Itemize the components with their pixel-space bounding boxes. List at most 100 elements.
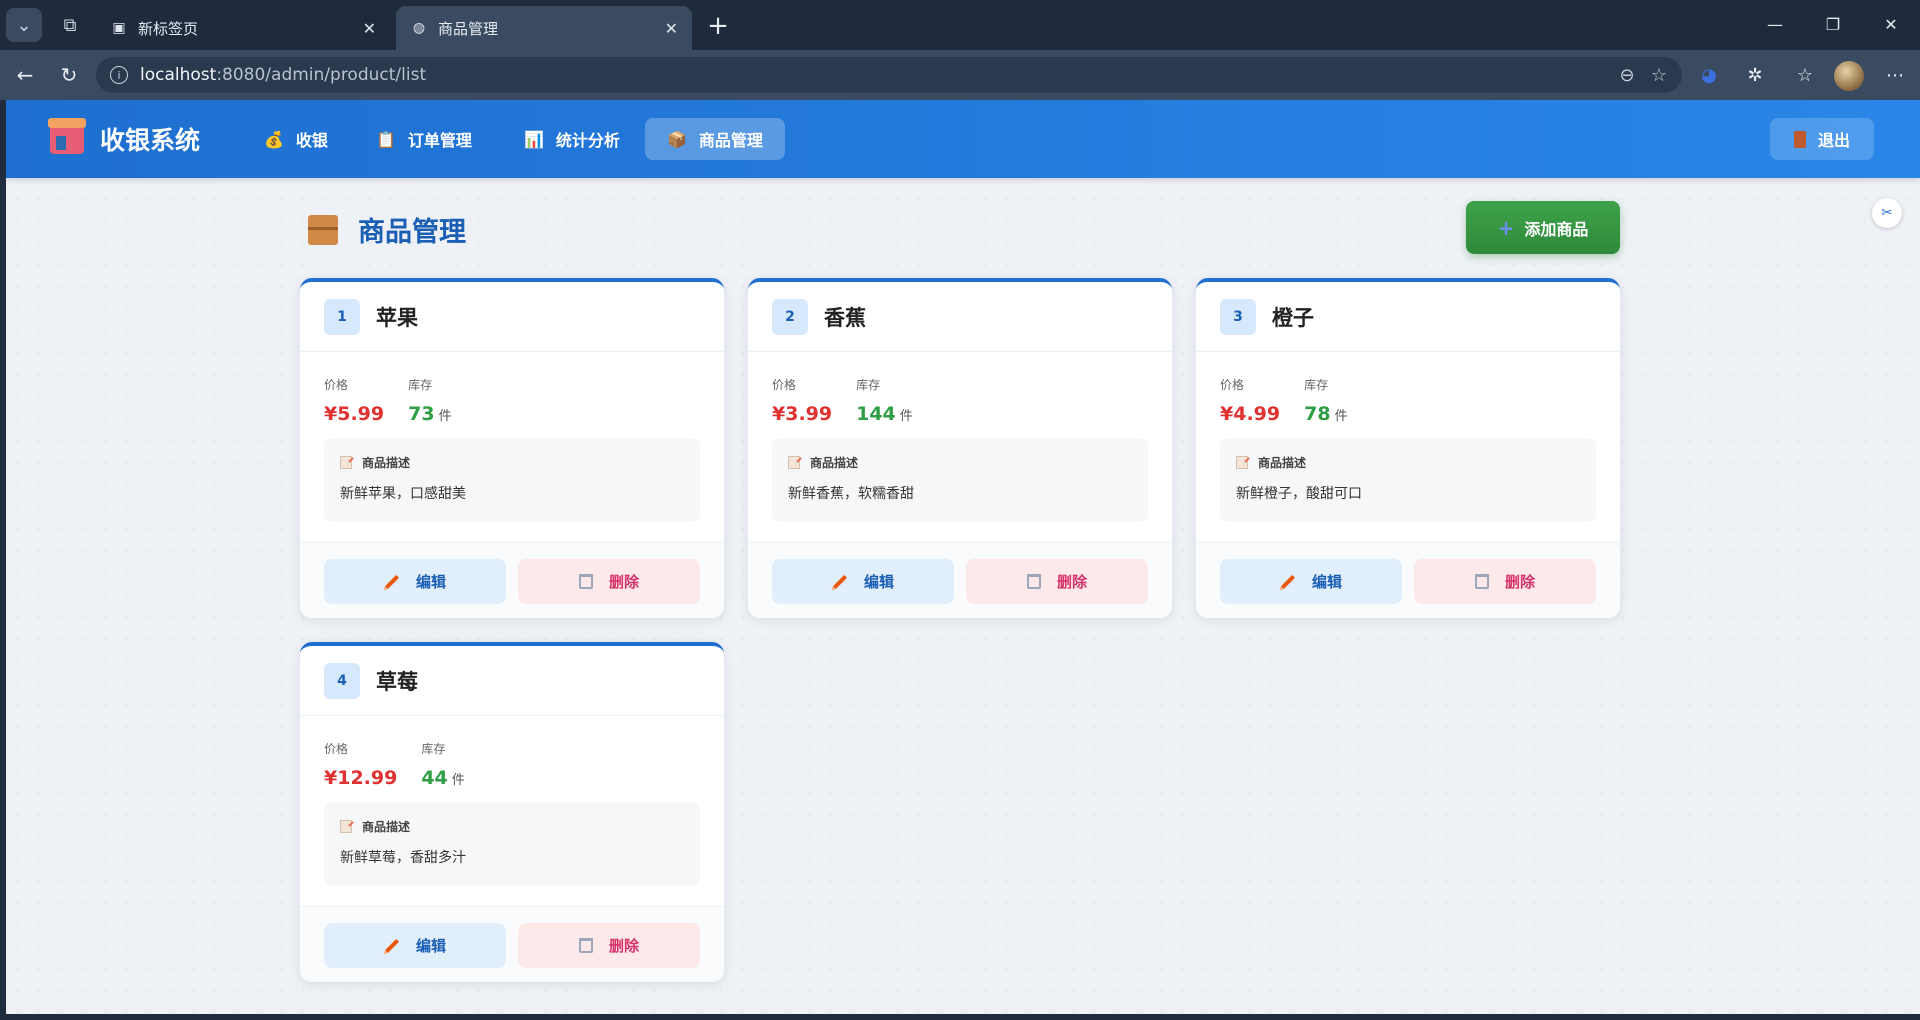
favorites-icon[interactable]: ☆: [1788, 58, 1822, 92]
description-text: 新鲜橙子，酸甜可口: [1236, 486, 1362, 502]
clipboard-icon: 📋: [376, 129, 396, 149]
delete-button[interactable]: 删除: [966, 559, 1148, 604]
stock-label: 库存: [856, 378, 881, 392]
minimize-icon[interactable]: —: [1752, 8, 1798, 40]
price-label: 价格: [1220, 378, 1245, 392]
edit-button[interactable]: 编辑: [1220, 559, 1402, 604]
description-box: 商品描述 新鲜橙子，酸甜可口: [1220, 438, 1596, 522]
logout-button[interactable]: 退出: [1770, 118, 1874, 160]
product-name: 香蕉: [824, 305, 866, 330]
nav-statistics[interactable]: 📊 统计分析: [502, 118, 642, 160]
description-text: 新鲜草莓，香甜多汁: [340, 850, 466, 866]
description-title: 商品描述: [362, 456, 411, 470]
card-actions: 编辑 删除: [1196, 542, 1620, 618]
bar-chart-icon: 📊: [524, 129, 544, 149]
product-name: 草莓: [376, 669, 418, 694]
product-stats: 价格 ¥5.99 库存 73 件: [324, 376, 476, 425]
package-icon: 📦: [667, 129, 687, 149]
add-product-button[interactable]: + 添加商品: [1466, 201, 1620, 254]
edit-button[interactable]: 编辑: [324, 923, 506, 968]
pencil-icon: [384, 574, 400, 589]
tab-list-chevron-icon[interactable]: ⌄: [6, 8, 42, 42]
stock-label: 库存: [421, 742, 446, 756]
card-header: 4 草莓: [300, 646, 724, 716]
price-block: 价格 ¥3.99: [772, 376, 832, 425]
extensions-puzzle-icon[interactable]: ✲: [1738, 58, 1772, 92]
product-stats: 价格 ¥3.99 库存 144 件: [772, 376, 937, 425]
tab-close-icon[interactable]: ✕: [363, 19, 376, 38]
address-bar[interactable]: i localhost:8080/admin/product/list ⊖ ☆: [96, 57, 1682, 93]
delete-button[interactable]: 删除: [1414, 559, 1596, 604]
back-arrow-icon[interactable]: ←: [8, 59, 42, 91]
price-value: ¥12.99: [324, 767, 398, 789]
tab-product-management[interactable]: ◍ 商品管理 ✕: [396, 6, 692, 50]
price-label: 价格: [324, 378, 349, 392]
trash-icon: [578, 938, 593, 953]
edit-label: 编辑: [415, 573, 446, 591]
delete-label: 删除: [1056, 573, 1087, 591]
product-id-badge: 3: [1220, 298, 1256, 335]
more-menu-icon[interactable]: ⋯: [1878, 58, 1912, 92]
price-label: 价格: [324, 742, 349, 756]
reload-icon[interactable]: ↻: [52, 59, 86, 91]
stock-value: 78: [1304, 403, 1331, 425]
description-text: 新鲜苹果，口感甜美: [340, 486, 466, 502]
product-stats: 价格 ¥12.99 库存 44 件: [324, 740, 489, 789]
url-host: localhost: [140, 65, 217, 85]
memo-icon: [788, 456, 800, 469]
trash-icon: [1026, 574, 1041, 589]
delete-button[interactable]: 删除: [518, 923, 700, 968]
restore-icon[interactable]: ❐: [1810, 8, 1856, 40]
delete-button[interactable]: 删除: [518, 559, 700, 604]
product-card: 2 香蕉 价格 ¥3.99 库存 144 件 商品描述 新鲜香蕉，软糯香甜 编辑 …: [748, 278, 1172, 618]
store-icon: [48, 118, 86, 154]
edit-button[interactable]: 编辑: [772, 559, 954, 604]
tab-close-icon[interactable]: ✕: [665, 19, 678, 38]
price-value: ¥4.99: [1220, 403, 1281, 425]
nav-cashier[interactable]: 💰 收银: [242, 118, 350, 160]
delete-label: 删除: [608, 573, 639, 591]
new-tab-plus-icon[interactable]: +: [700, 10, 736, 42]
page-viewport: 收银系统 💰 收银 📋 订单管理 📊 统计分析 📦 商品管理 退出 商品管理 +…: [6, 100, 1920, 1014]
nav-products[interactable]: 📦 商品管理: [645, 118, 785, 160]
scissors-icon[interactable]: ✂: [1872, 198, 1902, 228]
product-name: 苹果: [376, 305, 418, 330]
description-box: 商品描述 新鲜香蕉，软糯香甜: [772, 438, 1148, 522]
tab-new-tab[interactable]: ▣ 新标签页 ✕: [96, 6, 390, 50]
description-title: 商品描述: [1258, 456, 1307, 470]
close-window-icon[interactable]: ✕: [1868, 8, 1914, 40]
nav-label: 订单管理: [407, 131, 472, 150]
description-text: 新鲜香蕉，软糯香甜: [788, 486, 914, 502]
price-block: 价格 ¥12.99: [324, 740, 397, 789]
logout-label: 退出: [1817, 131, 1850, 150]
stock-block: 库存 144 件: [856, 376, 913, 425]
workspaces-icon[interactable]: ⧉: [52, 8, 88, 42]
plus-icon: +: [1497, 215, 1515, 240]
extension-icon[interactable]: ◕: [1692, 58, 1726, 92]
globe-icon: ◍: [412, 20, 426, 36]
stock-label: 库存: [408, 378, 433, 392]
favorite-star-icon[interactable]: ☆: [1646, 64, 1672, 86]
app-header: 收银系统 💰 收银 📋 订单管理 📊 统计分析 📦 商品管理 退出: [6, 100, 1920, 178]
url-text: localhost:8080/admin/product/list: [140, 65, 426, 85]
browser-tab-strip: ⌄ ⧉ ▣ 新标签页 ✕ ◍ 商品管理 ✕ + — ❐ ✕: [0, 0, 1920, 50]
card-actions: 编辑 删除: [300, 906, 724, 982]
price-value: ¥5.99: [324, 403, 385, 425]
description-box: 商品描述 新鲜草莓，香甜多汁: [324, 802, 700, 886]
edit-button[interactable]: 编辑: [324, 559, 506, 604]
trash-icon: [578, 574, 593, 589]
memo-icon: [340, 456, 352, 469]
add-product-label: 添加商品: [1524, 219, 1589, 239]
site-info-icon[interactable]: i: [110, 66, 128, 84]
edit-label: 编辑: [1311, 573, 1342, 591]
nav-orders[interactable]: 📋 订单管理: [354, 118, 494, 160]
profile-avatar[interactable]: [1834, 61, 1864, 91]
zoom-out-icon[interactable]: ⊖: [1614, 64, 1640, 86]
card-actions: 编辑 删除: [300, 542, 724, 618]
newtab-page-icon: ▣: [112, 20, 126, 36]
stock-label: 库存: [1304, 378, 1329, 392]
pencil-icon: [1280, 574, 1296, 589]
money-bag-icon: 💰: [264, 129, 284, 149]
product-name: 橙子: [1272, 305, 1314, 330]
brand-title: 收银系统: [100, 126, 201, 155]
